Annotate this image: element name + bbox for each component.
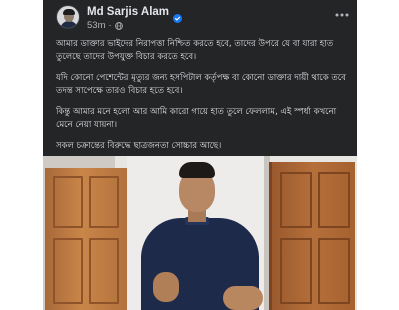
post-timestamp[interactable]: 53m <box>87 20 105 31</box>
post-paragraph: যদি কোনো পেশেন্টের মৃত্যুর জন্য হসপিটাল … <box>56 73 346 96</box>
globe-icon <box>114 21 123 30</box>
author-name[interactable]: Md Sarjis Alam <box>87 5 169 19</box>
meta-separator: · <box>108 20 112 31</box>
post-video[interactable] <box>43 156 357 310</box>
verified-badge-icon <box>173 8 183 23</box>
post-header: Md Sarjis Alam 53m · <box>43 0 357 34</box>
more-options-button[interactable] <box>335 8 349 22</box>
author-row: Md Sarjis Alam <box>87 5 183 23</box>
post-paragraph: কিন্তু আমার মনে হলো আর আমি কারো গায়ে হা… <box>56 107 337 130</box>
post-paragraph: আমার ডাক্তার ভাইদের নিরাপত্তা নিশ্চিত কর… <box>56 39 334 62</box>
post-paragraph: সকল চক্রান্তের বিরুদ্ধে ছাত্রজনতা সোচ্চা… <box>56 141 222 151</box>
speaker-figure <box>123 162 283 310</box>
post-meta: 53m · <box>87 20 123 31</box>
post-body-text: আমার ডাক্তার ভাইদের নিরাপত্তা নিশ্চিত কর… <box>56 38 350 161</box>
facebook-post-card: Md Sarjis Alam 53m · আমার ডাক্তার ভাইদের… <box>43 0 357 310</box>
author-avatar[interactable] <box>56 5 80 29</box>
wooden-door-left <box>45 168 127 310</box>
more-dots-icon <box>335 13 349 17</box>
